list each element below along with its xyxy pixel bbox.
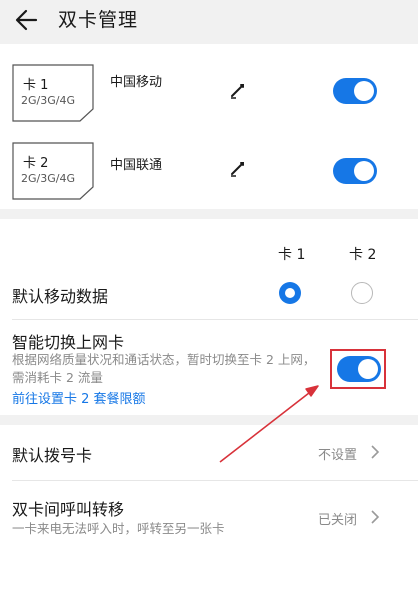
default-dial-label[interactable]: 默认拨号卡 bbox=[12, 442, 92, 466]
call-forward-description: 一卡来电无法呼入时，呼转至另一张卡 bbox=[12, 521, 225, 536]
package-limit-link[interactable]: 前往设置卡 2 套餐限额 bbox=[12, 388, 146, 407]
sim-row-1: 卡 1 2G/3G/4G 中国移动 bbox=[0, 58, 418, 140]
edit-pencil-icon[interactable] bbox=[228, 81, 248, 101]
smart-switch-description: 根据网络质量状况和通话状态，暂时切换至卡 2 上网，需消耗卡 2 流量 bbox=[12, 352, 316, 385]
annotation-highlight-box bbox=[330, 349, 386, 389]
sim-1-enable-toggle[interactable] bbox=[333, 78, 377, 104]
sim-name: 卡 1 bbox=[23, 78, 49, 93]
sim-card-icon bbox=[12, 142, 94, 200]
column-sim-2: 卡 2 bbox=[349, 247, 377, 263]
chevron-right-icon bbox=[371, 510, 380, 524]
smart-switch-label: 智能切换上网卡 bbox=[12, 333, 125, 352]
sim-network: 2G/3G/4G bbox=[21, 94, 75, 107]
sim-card-section: 卡 1 2G/3G/4G 中国移动 卡 2 2G/3G/4G 中国联通 bbox=[0, 44, 418, 209]
sim-2-enable-toggle[interactable] bbox=[333, 158, 377, 184]
edit-pencil-icon[interactable] bbox=[228, 159, 248, 179]
carrier-name: 中国移动 bbox=[110, 75, 163, 90]
call-forward-label[interactable]: 双卡间呼叫转移 bbox=[12, 496, 124, 520]
sim-name: 卡 2 bbox=[23, 156, 49, 171]
back-arrow-icon[interactable] bbox=[10, 6, 42, 34]
default-mobile-data-label: 默认移动数据 bbox=[12, 287, 109, 306]
sim-1-data-radio[interactable] bbox=[279, 282, 301, 304]
page-title: 双卡管理 bbox=[58, 9, 139, 31]
sim-card-icon bbox=[12, 64, 94, 122]
call-settings-section: 默认拨号卡 不设置 双卡间呼叫转移 一卡来电无法呼入时，呼转至另一张卡 已关闭 bbox=[0, 425, 418, 598]
divider bbox=[12, 480, 418, 481]
column-sim-1: 卡 1 bbox=[278, 247, 306, 263]
call-forward-value[interactable]: 已关闭 bbox=[318, 509, 357, 528]
chevron-right-icon bbox=[371, 445, 380, 459]
sim-network: 2G/3G/4G bbox=[21, 172, 75, 185]
sim-row-2: 卡 2 2G/3G/4G 中国联通 bbox=[0, 136, 418, 218]
header-bar: 双卡管理 bbox=[0, 0, 418, 44]
divider bbox=[12, 319, 418, 320]
carrier-name: 中国联通 bbox=[110, 158, 163, 173]
default-dial-value[interactable]: 不设置 bbox=[318, 444, 357, 463]
sim-2-data-radio[interactable] bbox=[351, 282, 373, 304]
